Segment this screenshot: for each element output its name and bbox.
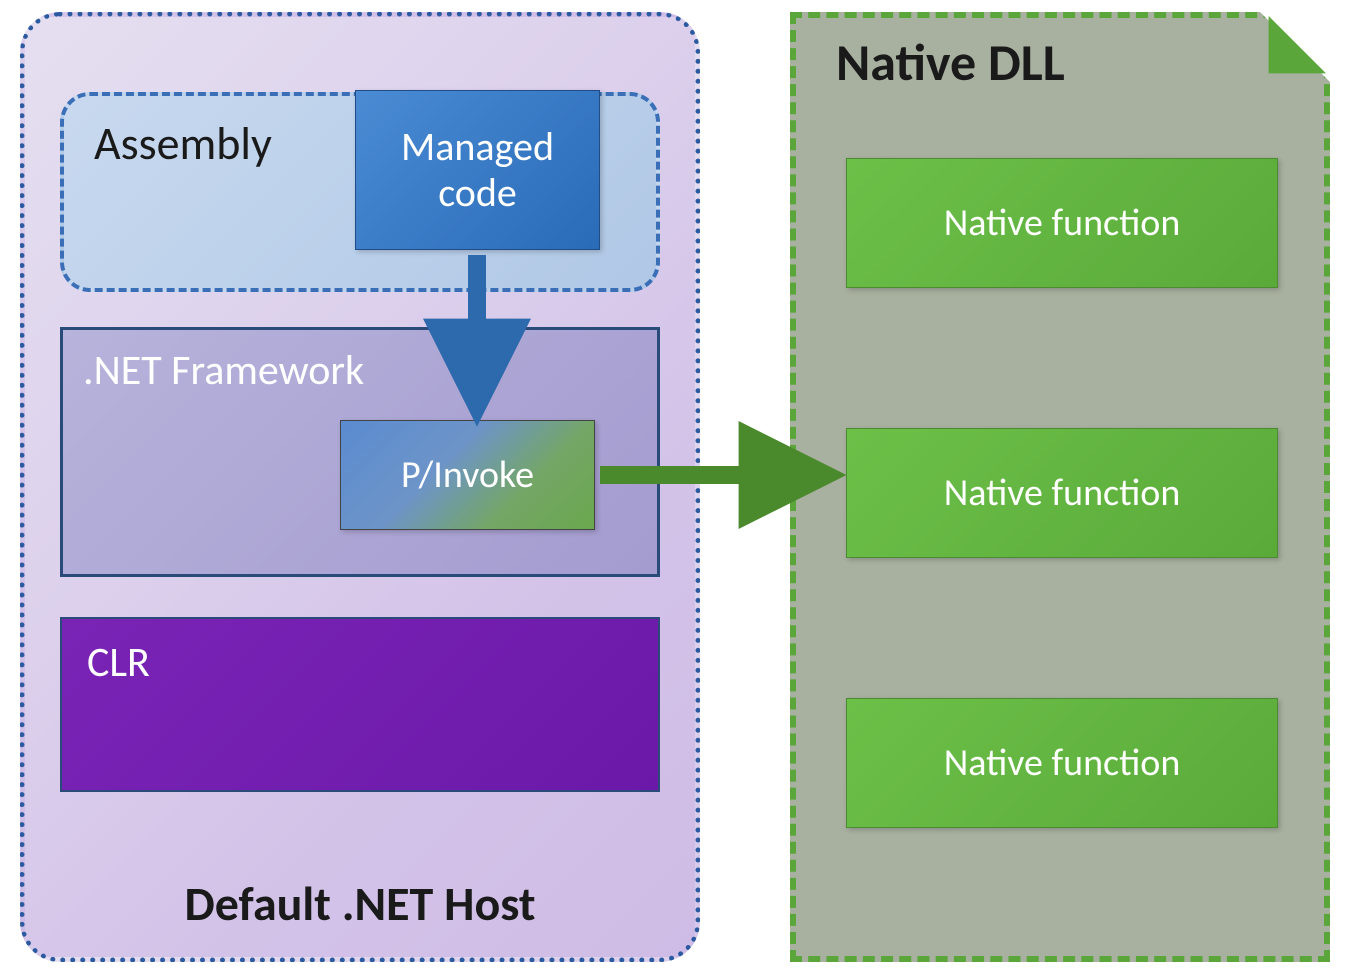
host-title: Default .NET Host bbox=[25, 874, 695, 933]
pinvoke-box: P/Invoke bbox=[340, 420, 595, 530]
native-function-box: Native function bbox=[846, 158, 1278, 288]
framework-label: .NET Framework bbox=[83, 345, 364, 396]
native-function-label: Native function bbox=[944, 740, 1181, 786]
managed-code-box: Managed code bbox=[355, 90, 600, 250]
native-function-box: Native function bbox=[846, 698, 1278, 828]
clr-box: CLR bbox=[60, 617, 660, 792]
clr-label: CLR bbox=[87, 637, 150, 688]
native-function-box: Native function bbox=[846, 428, 1278, 558]
native-dll-container: Native DLL Native function Native functi… bbox=[790, 12, 1330, 962]
pinvoke-label: P/Invoke bbox=[401, 452, 534, 498]
assembly-label: Assembly bbox=[94, 116, 272, 172]
native-function-label: Native function bbox=[944, 200, 1181, 246]
native-dll-title: Native DLL bbox=[796, 30, 1324, 94]
native-function-label: Native function bbox=[944, 470, 1181, 516]
managed-code-label: Managed code bbox=[401, 124, 554, 216]
